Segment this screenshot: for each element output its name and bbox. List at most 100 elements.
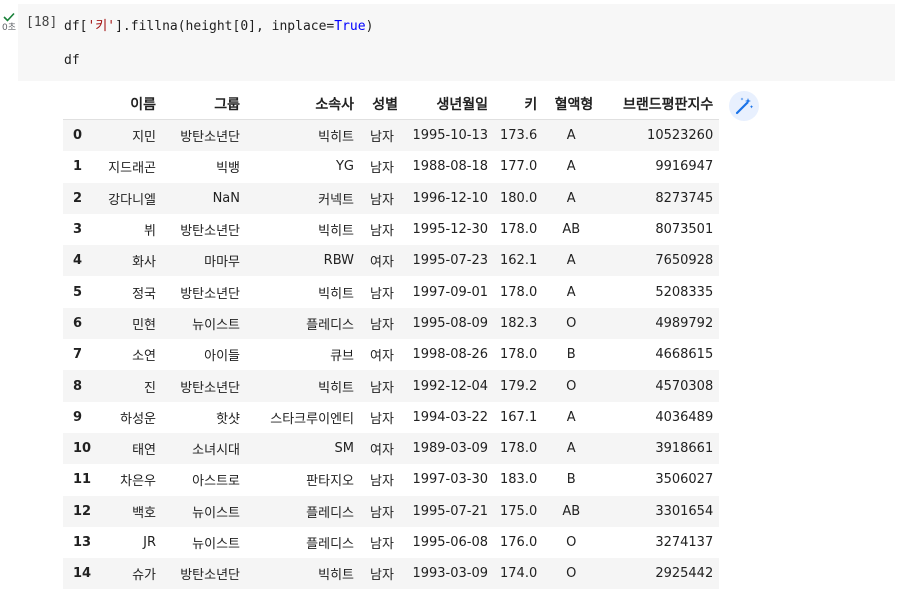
cell-gender: 여자: [370, 349, 394, 365]
table-body: 0 지민 방탄소년단 빅히트 남자 1995-10-13 173.6 A 10523260 1 지드…: [63, 119, 720, 590]
cell-name: 민현: [132, 317, 156, 333]
cell-blood-type: AB: [562, 503, 581, 519]
cell-blood-type: A: [566, 284, 576, 300]
row-index: 1: [73, 159, 83, 175]
cell-gender: 남자: [370, 224, 394, 240]
cell-height: 175.0: [500, 503, 538, 519]
row-index: 7: [73, 347, 83, 363]
cell-height: 178.0: [500, 222, 538, 238]
cell-group: NaN: [212, 190, 240, 206]
cell-brand-index: 8273745: [655, 190, 714, 206]
cell-gender: 남자: [370, 537, 394, 552]
cell-blood-type: O: [566, 315, 577, 331]
row-index: 12: [73, 503, 92, 519]
cell-brand-index: 4989792: [655, 315, 714, 331]
column-header-name: 이름: [98, 89, 162, 120]
cell-agency: 플레디스: [306, 317, 354, 333]
cell-group: 아이들: [204, 349, 240, 365]
column-header-height: 키: [494, 89, 544, 120]
cell-group: 빅뱅: [216, 161, 240, 177]
code-cell[interactable]: [18] df['키'].fillna(height[0], inplace=T…: [18, 4, 895, 81]
cell-name: 화사: [132, 255, 156, 271]
table-header-row: 이름 그룹 소속사 성별 생년월일 키 혈액형 브랜드평판지수: [63, 89, 720, 120]
code-line-1[interactable]: df['키'].fillna(height[0], inplace=True): [64, 15, 373, 34]
table-row: 7 소연 아이들 큐브 여자 1998-08-26 178.0 B 4668615: [63, 339, 720, 371]
cell-brand-index: 3274137: [655, 535, 714, 550]
cell-agency: 빅히트: [318, 568, 354, 584]
cell-agency: 큐브: [330, 349, 354, 365]
cell-brand-index: 3918661: [655, 441, 714, 457]
cell-blood-type: B: [566, 347, 576, 363]
table-row: 3 뷔 방탄소년단 빅히트 남자 1995-12-30 178.0 AB 8073501: [63, 213, 720, 246]
cell-agency: 판타지오: [306, 474, 354, 490]
table-row: 4 화사 마마무 RBW 여자 1995-07-23 162.1 A 7650928: [63, 245, 720, 277]
output-area: 이름 그룹 소속사 성별 생년월일 키 혈액형 브랜드평판지수 0 지민 방탄소년단 빅히트 남자 19…: [63, 89, 720, 590]
table-row: 14 슈가 방탄소년단 빅히트 남자 1993-03-09 174.0 O 2925442: [63, 558, 720, 590]
row-index: 4: [73, 253, 83, 269]
cell-blood-type: A: [566, 128, 576, 144]
cell-gender: 남자: [370, 317, 394, 333]
cell-height: 178.0: [500, 284, 538, 300]
cell-brand-index: 9916947: [655, 159, 714, 175]
cell-agency: 플레디스: [306, 537, 354, 552]
table-row: 13 JR 뉴이스트 플레디스 남자 1995-06-08 176.0 O 3274137: [63, 526, 720, 559]
cell-blood-type: A: [566, 441, 576, 457]
cell-agency: 스타크루이엔티: [270, 411, 354, 427]
table-row: 12 백호 뉴이스트 플레디스 남자 1995-07-21 175.0 AB 3301654: [63, 495, 720, 527]
row-index: 14: [73, 566, 92, 582]
cell-birthdate: 1988-08-18: [412, 159, 488, 175]
code-line-2[interactable]: df: [64, 53, 80, 68]
table-row: 9 하성운 핫샷 스타크루이엔티 남자 1994-03-22 167.1 A 4036489: [63, 401, 720, 433]
cell-gender: 남자: [370, 286, 394, 302]
row-index: 2: [73, 190, 83, 206]
execution-count: [18]: [26, 15, 58, 30]
cell-group: 마마무: [204, 255, 240, 271]
column-header-birthdate: 생년월일: [404, 89, 494, 120]
cell-birthdate: 1997-09-01: [412, 284, 488, 300]
cell-birthdate: 1993-03-09: [412, 566, 488, 582]
cell-blood-type: O: [566, 566, 577, 582]
magic-wand-icon: [735, 97, 754, 115]
cell-birthdate: 1998-08-26: [412, 347, 488, 363]
column-header-index: [63, 89, 98, 120]
cell-name: 하성운: [120, 411, 156, 427]
cell-brand-index: 5208335: [655, 284, 714, 300]
cell-birthdate: 1995-08-09: [412, 315, 488, 331]
cell-height: 179.2: [500, 378, 538, 394]
cell-group: 방탄소년단: [180, 380, 240, 396]
cell-birthdate: 1992-12-04: [412, 378, 488, 394]
cell-blood-type: B: [566, 472, 576, 488]
cell-name: 차은우: [120, 474, 156, 490]
row-index: 5: [73, 284, 83, 300]
cell-blood-type: O: [566, 535, 577, 550]
cell-blood-type: O: [566, 378, 577, 394]
cell-name: 슈가: [132, 568, 156, 584]
cell-birthdate: 1995-12-30: [412, 222, 488, 238]
cell-agency: 빅히트: [318, 286, 354, 302]
cell-agency: 빅히트: [318, 130, 354, 146]
column-header-group: 그룹: [162, 89, 246, 120]
column-header-blood-type: 혈액형: [543, 89, 600, 120]
cell-birthdate: 1995-07-23: [412, 253, 488, 269]
cell-brand-index: 2925442: [655, 566, 714, 582]
row-index: 9: [73, 409, 83, 425]
cell-height: 174.0: [500, 566, 538, 582]
cell-gender: 남자: [370, 380, 394, 396]
table-row: 10 태연 소녀시대 SM 여자 1989-03-09 178.0 A 3918661: [63, 432, 720, 465]
cell-brand-index: 4570308: [655, 378, 714, 394]
cell-gender: 여자: [370, 443, 394, 459]
cell-group: 소녀시대: [192, 443, 240, 459]
row-index: 0: [73, 128, 83, 144]
magic-wand-button[interactable]: [729, 91, 759, 121]
cell-agency: RBW: [323, 253, 354, 269]
row-index: 3: [73, 222, 83, 238]
cell-brand-index: 8073501: [655, 222, 714, 238]
cell-group: 방탄소년단: [180, 568, 240, 584]
cell-blood-type: A: [566, 253, 576, 269]
table-row: 2 강다니엘 NaN 커넥트 남자 1996-12-10 180.0 A 8273745: [63, 182, 720, 214]
cell-height: 183.0: [500, 472, 538, 488]
cell-group: 뉴이스트: [192, 537, 240, 552]
cell-agency: 빅히트: [318, 380, 354, 396]
cell-height: 182.3: [500, 315, 538, 331]
table-row: 11 차은우 아스트로 판타지오 남자 1997-03-30 183.0 B 3506027: [63, 464, 720, 496]
